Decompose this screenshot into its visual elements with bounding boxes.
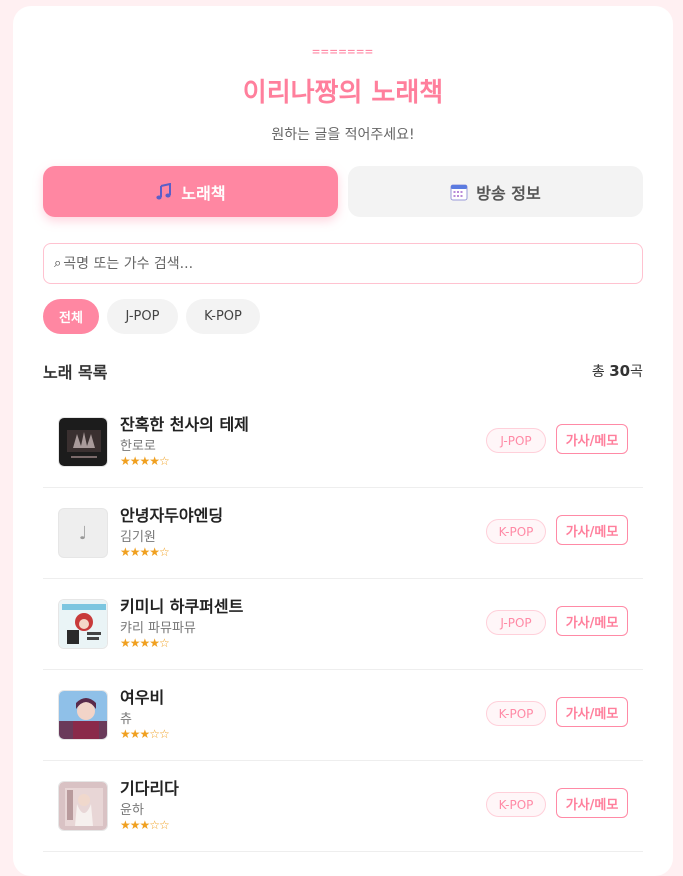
song-artist: 김기원 bbox=[120, 530, 156, 545]
lyrics-memo-button[interactable]: 가사/메모 bbox=[556, 606, 628, 636]
song-artist: 캬리 파뮤파뮤 bbox=[120, 621, 196, 636]
song-count-number: 30 bbox=[609, 362, 631, 380]
rating-stars: ★★★★☆ bbox=[120, 545, 170, 559]
lyrics-memo-button[interactable]: 가사/메모 bbox=[556, 424, 628, 454]
song-count: 총 30곡 bbox=[592, 361, 643, 381]
rating-stars: ★★★★☆ bbox=[120, 636, 170, 650]
rating-stars: ★★★☆☆ bbox=[120, 818, 170, 832]
page-title: 이리나짱의 노래책 bbox=[242, 78, 444, 108]
music-note-icon: ♩ bbox=[78, 522, 88, 544]
album-art bbox=[58, 781, 108, 831]
tab-broadcast-info[interactable]: 방송 정보 bbox=[348, 166, 643, 217]
tab-songbook[interactable]: 노래책 bbox=[43, 166, 338, 217]
main-card: ======= 이리나짱의 노래책 원하는 글을 적어주세요! 노래책 방송 정… bbox=[13, 6, 673, 876]
search-bar: ⌕ bbox=[43, 243, 643, 284]
song-artist: 츄 bbox=[120, 712, 132, 727]
list-header: 노래 목록 총 30곡 bbox=[43, 359, 643, 383]
search-icon: ⌕ bbox=[54, 256, 62, 271]
music-note-icon bbox=[155, 182, 173, 201]
tab-songbook-label: 노래책 bbox=[181, 183, 226, 203]
song-title: 잔혹한 천사의 테제 bbox=[120, 415, 249, 434]
search-input[interactable] bbox=[63, 255, 624, 272]
calendar-icon bbox=[450, 183, 468, 201]
lyrics-memo-button[interactable]: 가사/메모 bbox=[556, 697, 628, 727]
song-list: 잔혹한 천사의 테제 한로로 ★★★★☆ J-POP 가사/메모 ♩ 안녕자두야… bbox=[43, 397, 643, 852]
album-art bbox=[58, 690, 108, 740]
song-title: 키미니 하쿠퍼센트 bbox=[120, 597, 244, 616]
list-title: 노래 목록 bbox=[43, 363, 108, 382]
song-count-suffix: 곡 bbox=[630, 364, 643, 380]
header-decoration: ======= bbox=[312, 45, 374, 60]
genre-badge: K-POP bbox=[486, 519, 546, 544]
filter-jpop[interactable]: J-POP bbox=[107, 299, 178, 334]
list-item[interactable]: 기다리다 윤하 ★★★☆☆ K-POP 가사/메모 bbox=[43, 761, 643, 852]
song-count-prefix: 총 bbox=[591, 364, 610, 380]
song-title: 여우비 bbox=[120, 688, 165, 707]
genre-badge: K-POP bbox=[486, 701, 546, 726]
album-art-placeholder: ♩ bbox=[58, 508, 108, 558]
rating-stars: ★★★☆☆ bbox=[120, 727, 170, 741]
song-title: 기다리다 bbox=[120, 779, 179, 798]
page-subtitle: 원하는 글을 적어주세요! bbox=[271, 127, 415, 143]
genre-badge: J-POP bbox=[486, 610, 546, 635]
list-item[interactable]: 잔혹한 천사의 테제 한로로 ★★★★☆ J-POP 가사/메모 bbox=[43, 397, 643, 488]
rating-stars: ★★★★☆ bbox=[120, 454, 170, 468]
list-item[interactable]: 키미니 하쿠퍼센트 캬리 파뮤파뮤 ★★★★☆ J-POP 가사/메모 bbox=[43, 579, 643, 670]
song-artist: 한로로 bbox=[120, 439, 156, 454]
genre-badge: J-POP bbox=[486, 428, 546, 453]
album-art bbox=[58, 417, 108, 467]
filter-kpop[interactable]: K-POP bbox=[186, 299, 260, 334]
filter-all[interactable]: 전체 bbox=[43, 299, 99, 334]
genre-badge: K-POP bbox=[486, 792, 546, 817]
song-artist: 윤하 bbox=[120, 803, 144, 818]
album-art bbox=[58, 599, 108, 649]
lyrics-memo-button[interactable]: 가사/메모 bbox=[556, 788, 628, 818]
lyrics-memo-button[interactable]: 가사/메모 bbox=[556, 515, 628, 545]
song-title: 안녕자두야엔딩 bbox=[120, 506, 224, 525]
list-item[interactable]: ♩ 안녕자두야엔딩 김기원 ★★★★☆ K-POP 가사/메모 bbox=[43, 488, 643, 579]
list-item[interactable]: 여우비 츄 ★★★☆☆ K-POP 가사/메모 bbox=[43, 670, 643, 761]
tab-broadcast-label: 방송 정보 bbox=[476, 183, 541, 203]
